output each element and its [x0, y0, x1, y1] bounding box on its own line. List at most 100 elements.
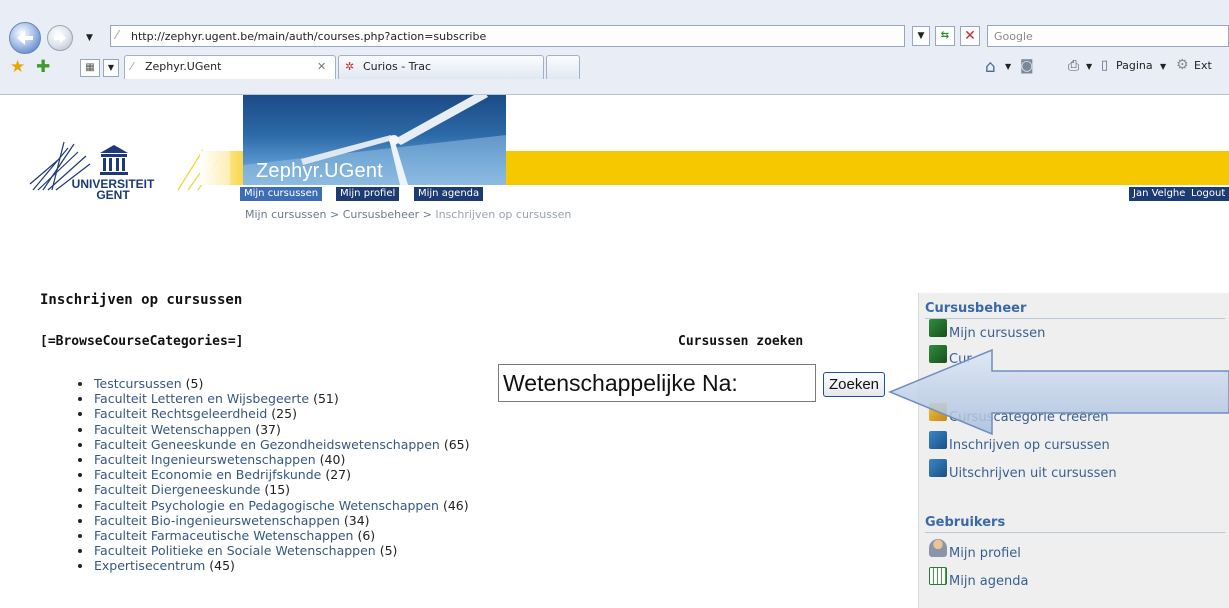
- sidebar-item-mijn-profiel[interactable]: Mijn profiel: [949, 545, 1021, 563]
- sidebar-heading-gebruikers: Gebruikers: [925, 515, 1006, 530]
- tab-zephyr[interactable]: ⁄ Zephyr.UGent ✕: [124, 55, 336, 79]
- list-item[interactable]: Faculteit Farmaceutische Wetenschappen (…: [78, 528, 470, 543]
- faculty-link[interactable]: Faculteit Bio-ingenieurswetenschappen: [94, 513, 340, 528]
- faculty-count: (34): [343, 512, 370, 528]
- list-item[interactable]: Faculteit Geneeskunde en Gezondheidswete…: [78, 437, 470, 452]
- tab-curios[interactable]: ✲ Curios - Trac: [338, 55, 544, 79]
- unsubscribe-icon: [929, 459, 947, 477]
- faculty-count: (6): [357, 528, 376, 544]
- favorites-star-icon[interactable]: ★: [10, 57, 25, 77]
- home-dropdown-icon[interactable]: ▼: [1005, 62, 1011, 71]
- page-title: Inschrijven op cursussen: [40, 292, 243, 308]
- faculty-count: (65): [443, 436, 470, 452]
- search-box[interactable]: Google: [987, 25, 1229, 47]
- annotation-arrow-icon: [888, 348, 1229, 436]
- sidebar-item-mijn-cursussen[interactable]: Mijn cursussen: [949, 325, 1045, 343]
- list-item[interactable]: Expertisecentrum (45): [78, 558, 470, 573]
- page-icon: ▯: [1101, 58, 1109, 73]
- forward-button[interactable]: [47, 25, 73, 51]
- browser-chrome: ▼ ⁄ http://zephyr.ugent.be/main/auth/cou…: [0, 0, 1229, 95]
- faculty-link[interactable]: Faculteit Ingenieurswetenschappen: [94, 452, 316, 467]
- breadcrumb-mijn-cursussen[interactable]: Mijn cursussen: [245, 208, 327, 221]
- site-title[interactable]: Zephyr.UGent: [256, 160, 383, 183]
- user-name[interactable]: Jan Velghe: [1129, 187, 1190, 201]
- print-icon[interactable]: ⎙: [1068, 58, 1079, 74]
- faculty-link[interactable]: Testcursussen: [94, 376, 182, 391]
- extras-menu[interactable]: Ext: [1194, 58, 1212, 74]
- search-button[interactable]: Zoeken: [823, 372, 885, 397]
- close-tab-icon[interactable]: ✕: [317, 56, 326, 78]
- faculty-link[interactable]: Faculteit Wetenschappen: [94, 422, 251, 437]
- sidebar-divider: [925, 318, 1225, 319]
- history-dropdown-icon[interactable]: ▼: [86, 33, 93, 43]
- url-text[interactable]: http://zephyr.ugent.be/main/auth/courses…: [131, 29, 486, 45]
- sidebar-item-uitschrijven[interactable]: Uitschrijven uit cursussen: [949, 465, 1117, 483]
- faculty-count: (46): [442, 497, 469, 513]
- faculty-count: (25): [271, 406, 297, 422]
- page-favicon-icon: ⁄: [116, 28, 119, 42]
- refresh-icon[interactable]: ⇆: [935, 26, 955, 46]
- list-item[interactable]: Faculteit Psychologie en Pedagogische We…: [78, 498, 470, 513]
- faculty-link[interactable]: Faculteit Letteren en Wijsbegeerte: [94, 391, 309, 406]
- tab-curios-label: Curios - Trac: [363, 60, 432, 73]
- list-item[interactable]: Faculteit Ingenieurswetenschappen (40): [78, 452, 470, 467]
- faculty-link[interactable]: Faculteit Economie en Bedrijfskunde: [94, 467, 321, 482]
- print-dropdown-icon[interactable]: ▼: [1086, 62, 1092, 71]
- sidebar: Cursusbeheer Mijn cursussen Cur Cursusca…: [918, 293, 1229, 608]
- faculty-link[interactable]: Faculteit Geneeskunde en Gezondheidswete…: [94, 437, 440, 452]
- course-search-input[interactable]: [498, 364, 816, 402]
- list-item[interactable]: Faculteit Letteren en Wijsbegeerte (51): [78, 391, 470, 406]
- home-icon[interactable]: ⌂: [985, 57, 996, 77]
- list-item[interactable]: Faculteit Rechtsgeleerdheid (25): [78, 406, 470, 421]
- user-profile-icon: [929, 539, 947, 557]
- list-item[interactable]: Faculteit Bio-ingenieurswetenschappen (3…: [78, 513, 470, 528]
- quick-tabs-icon[interactable]: ▦: [80, 59, 100, 77]
- back-arrow-icon: [17, 31, 33, 45]
- list-item[interactable]: Faculteit Wetenschappen (37): [78, 422, 470, 437]
- faculty-link[interactable]: Faculteit Farmaceutische Wetenschappen: [94, 528, 353, 543]
- trac-favicon-icon: ✲: [345, 60, 355, 73]
- faculty-link[interactable]: Expertisecentrum: [94, 558, 205, 573]
- faculty-link[interactable]: Faculteit Psychologie en Pedagogische We…: [94, 498, 439, 513]
- feeds-icon[interactable]: ◙: [1020, 58, 1034, 74]
- faculty-count: (5): [379, 543, 398, 559]
- logout-link[interactable]: Logout: [1187, 187, 1229, 201]
- courses-icon: [929, 319, 947, 337]
- sidebar-item-inschrijven[interactable]: Inschrijven op cursussen: [949, 437, 1110, 455]
- faculty-link[interactable]: Faculteit Diergeneeskunde: [94, 482, 260, 497]
- faculty-count: (37): [255, 421, 281, 437]
- nav-mijn-profiel[interactable]: Mijn profiel: [336, 187, 400, 201]
- list-item[interactable]: Faculteit Politieke en Sociale Wetenscha…: [78, 543, 470, 558]
- sidebar-heading-cursusbeheer: Cursusbeheer: [925, 301, 1027, 316]
- page-dropdown-icon[interactable]: ▼: [1160, 62, 1166, 71]
- add-favorite-icon[interactable]: ✚: [36, 57, 50, 77]
- breadcrumb-separator: >: [419, 208, 436, 221]
- address-bar[interactable]: ⁄ http://zephyr.ugent.be/main/auth/cours…: [110, 25, 905, 47]
- university-building-icon: [100, 145, 128, 175]
- faculty-list: Testcursussen (5) Faculteit Letteren en …: [78, 376, 470, 574]
- list-item[interactable]: Faculteit Economie en Bedrijfskunde (27): [78, 467, 470, 482]
- new-tab-button[interactable]: [546, 55, 580, 79]
- nav-mijn-agenda[interactable]: Mijn agenda: [414, 187, 484, 201]
- list-item[interactable]: Faculteit Diergeneeskunde (15): [78, 482, 470, 497]
- breadcrumb-cursusbeheer[interactable]: Cursusbeheer: [343, 208, 419, 221]
- sidebar-divider: [925, 532, 1225, 533]
- address-dropdown-icon[interactable]: ▼: [912, 26, 930, 46]
- faculty-link[interactable]: Faculteit Politieke en Sociale Wetenscha…: [94, 543, 376, 558]
- forward-arrow-icon: [54, 32, 66, 44]
- page-menu[interactable]: Pagina: [1116, 58, 1153, 74]
- tools-gear-icon[interactable]: ⚙: [1176, 57, 1189, 73]
- faculty-count: (40): [319, 452, 346, 468]
- faculty-count: (5): [185, 376, 204, 391]
- list-item[interactable]: Testcursussen (5): [78, 376, 470, 391]
- breadcrumb-separator: >: [326, 208, 343, 221]
- search-box-placeholder: Google: [994, 30, 1033, 43]
- nav-mijn-cursussen[interactable]: Mijn cursussen: [240, 187, 323, 201]
- search-heading: Cursussen zoeken: [678, 334, 804, 349]
- sidebar-item-mijn-agenda[interactable]: Mijn agenda: [949, 573, 1029, 591]
- tab-list-icon[interactable]: ▼: [103, 59, 119, 77]
- browse-categories-label: [=BrowseCourseCategories=]: [40, 334, 244, 349]
- back-button[interactable]: [9, 22, 41, 54]
- stop-icon[interactable]: ✕: [960, 26, 980, 46]
- faculty-link[interactable]: Faculteit Rechtsgeleerdheid: [94, 406, 267, 421]
